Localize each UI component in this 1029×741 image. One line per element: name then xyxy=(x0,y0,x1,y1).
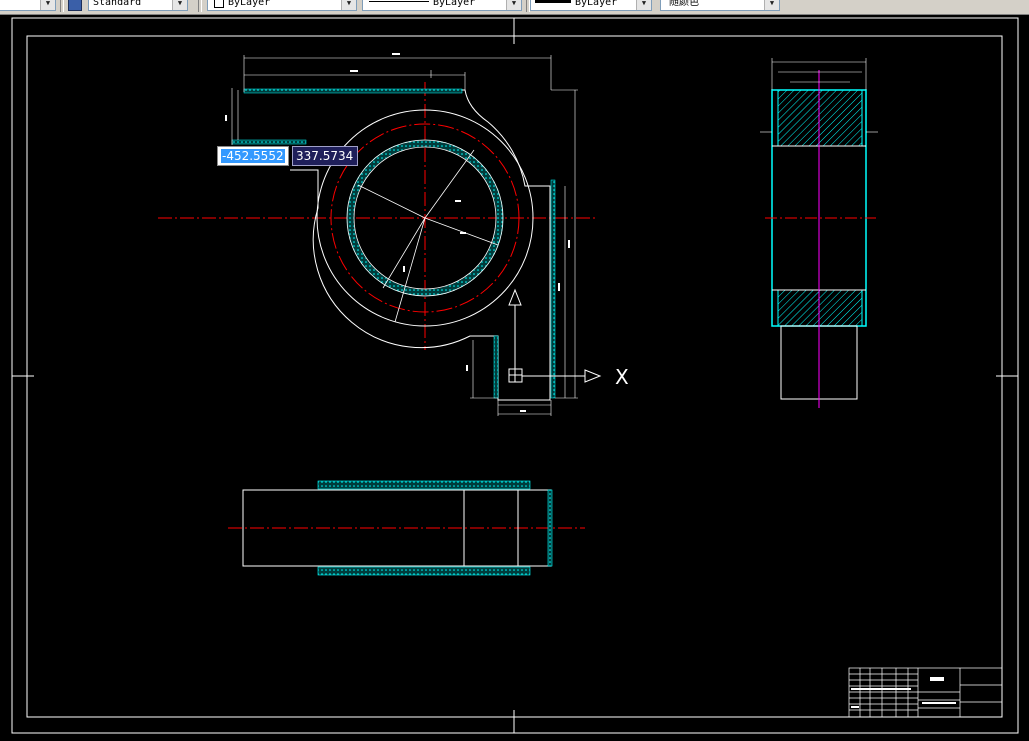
layer-color-value: ByLayer xyxy=(228,0,271,8)
right-wall-hatch xyxy=(550,179,556,399)
coordinate-x-value: -452.5552 xyxy=(221,149,285,163)
coordinate-y-value: 337.5734 xyxy=(296,149,354,163)
chevron-down-icon[interactable]: ▼ xyxy=(172,0,187,10)
text-style-dropdown[interactable]: Standard ▼ xyxy=(88,0,188,11)
prev-combo[interactable]: ▼ xyxy=(0,0,56,11)
lineweight-dropdown[interactable]: ByLayer ▼ xyxy=(530,0,652,11)
layer-color-dropdown[interactable]: ByLayer ▼ xyxy=(207,0,357,11)
lineweight-swatch xyxy=(535,0,571,3)
top-flange-hatch xyxy=(243,88,463,94)
front-view xyxy=(158,53,595,416)
side-top-hatch xyxy=(777,89,863,147)
text-style-value: Standard xyxy=(93,0,142,8)
top-view xyxy=(228,480,585,576)
top-dimensions xyxy=(231,55,578,416)
properties-toolbar: ▼ Standard ▼ ByLayer ▼ ByLayer ▼ ByLayer… xyxy=(0,0,1029,15)
left-flange-hatch xyxy=(231,139,307,145)
toolbar-separator xyxy=(60,0,64,12)
plot-style-dropdown[interactable]: 随颜色 ▼ xyxy=(660,0,780,11)
side-bottom-hatch xyxy=(777,289,863,327)
top-view-upper-hatch xyxy=(317,480,531,490)
text-style-icon[interactable] xyxy=(68,0,82,11)
chevron-down-icon[interactable]: ▼ xyxy=(506,0,521,10)
chevron-down-icon[interactable]: ▼ xyxy=(636,0,651,10)
color-swatch-icon xyxy=(214,0,224,8)
ucs-x-label: X xyxy=(615,365,629,389)
title-block xyxy=(848,667,1003,718)
housing-outline xyxy=(244,89,551,401)
chevron-down-icon[interactable]: ▼ xyxy=(764,0,779,10)
linetype-swatch xyxy=(369,1,429,2)
plot-style-value: 随颜色 xyxy=(669,0,699,8)
drawing-canvas[interactable]: X xyxy=(0,15,1029,741)
linetype-dropdown[interactable]: ByLayer ▼ xyxy=(362,0,522,11)
side-view xyxy=(760,58,878,408)
outlet-wall-hatch xyxy=(493,335,499,399)
chevron-down-icon[interactable]: ▼ xyxy=(40,0,55,10)
top-view-lower-hatch xyxy=(317,566,531,576)
lineweight-value: ByLayer xyxy=(575,0,618,8)
toolbar-separator xyxy=(198,0,202,12)
chevron-down-icon[interactable]: ▼ xyxy=(341,0,356,10)
coordinate-y-input[interactable]: 337.5734 xyxy=(292,146,358,166)
coordinate-x-input[interactable]: -452.5552 xyxy=(217,146,289,166)
linetype-value: ByLayer xyxy=(433,0,476,8)
title-block-text-marks xyxy=(851,677,956,708)
